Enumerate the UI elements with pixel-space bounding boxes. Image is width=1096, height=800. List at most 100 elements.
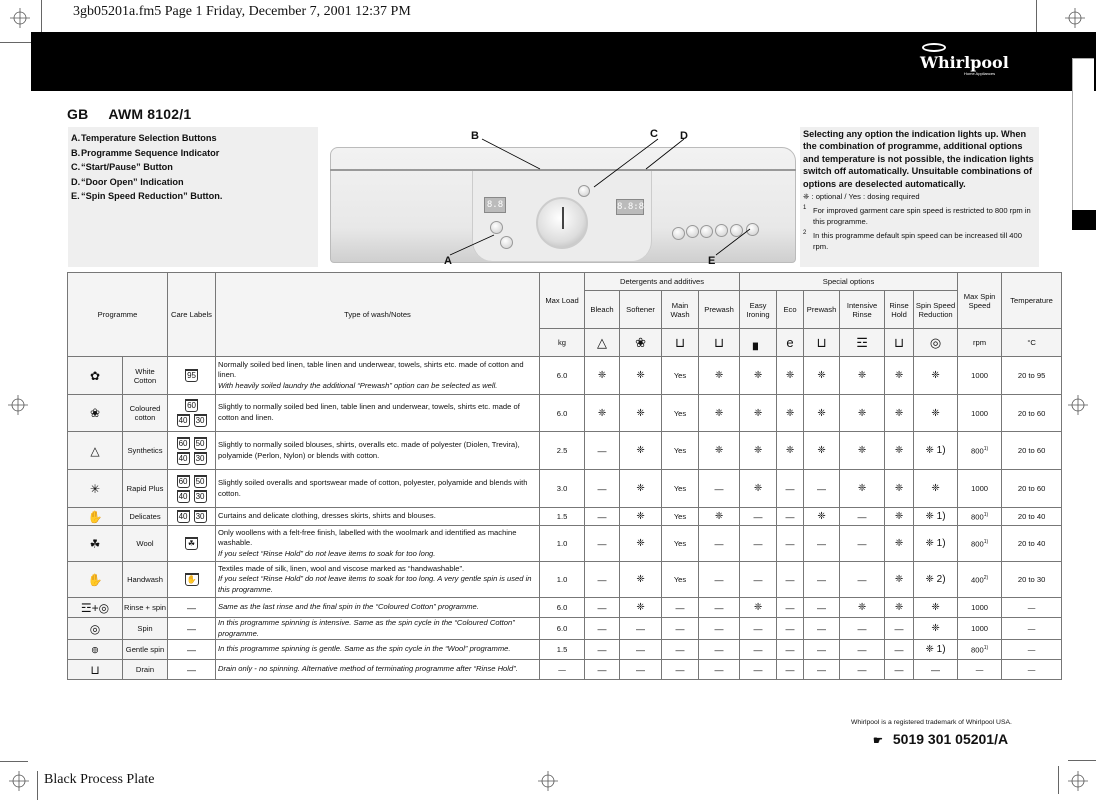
option-cell: ❈ <box>839 469 886 508</box>
header-max-spin: Max Spin Speed <box>957 272 1003 329</box>
symbol-key: ❈ : optional / Yes : dosing required <box>803 192 920 202</box>
option-cell: Yes <box>661 356 700 395</box>
care-label-icon: 30 <box>193 510 207 523</box>
registration-mark-top-left <box>10 8 30 28</box>
programme-description: Slightly to normally soiled bed linen, t… <box>215 394 541 432</box>
option-cell: ❈ <box>698 394 741 432</box>
header-programme: Programme <box>66 272 169 357</box>
option-cell: ❈ <box>839 431 886 470</box>
process-plate-label: Black Process Plate <box>44 772 155 787</box>
option-cell: ❈ <box>913 616 959 641</box>
header-special-options-group: Special options <box>739 272 959 291</box>
option-symbol-icon: ☲ <box>839 328 886 357</box>
option-cell: ❈ <box>619 525 663 562</box>
option-cell: — <box>584 507 621 526</box>
header-max-load-unit: kg <box>539 328 586 357</box>
programme-row: ❀ Coloured cotton 60 40 30 Slightly to normal… <box>67 394 1063 432</box>
option-cell: ❈ <box>619 561 663 598</box>
header-type-of-wash: Type of wash/Notes <box>215 272 541 357</box>
care-labels: 95 <box>167 356 217 395</box>
option-cell: ❈ <box>739 469 778 508</box>
max-load-value: 1.0 <box>539 525 586 562</box>
option-symbol-icon: ⊔ <box>803 328 841 357</box>
header-option-column: Main Wash <box>661 290 700 329</box>
footnote: 2 In this programme default spin speed ca… <box>803 230 1022 252</box>
trademark-note: Whirlpool is a registered trademark of W… <box>851 719 1012 726</box>
print-slug: 3gb05201a.fm5 Page 1 Friday, December 7,… <box>73 4 411 19</box>
trim-line <box>37 771 38 800</box>
temperature-range: — <box>1001 597 1063 618</box>
option-symbol-icon: ❀ <box>619 328 663 357</box>
trim-line <box>0 761 28 762</box>
option-cell: — <box>776 659 805 681</box>
care-label-icon: 50 <box>193 474 207 488</box>
care-label-icon: 60 <box>176 436 190 450</box>
header-option-column: Easy Ironing <box>739 290 778 329</box>
option-cell: ❈ <box>619 356 663 395</box>
max-spin-value: 8001) <box>957 507 1003 526</box>
care-label-icon: — <box>187 664 197 675</box>
max-load-value: — <box>539 659 586 681</box>
care-label-icon: 40 <box>176 510 190 523</box>
option-cell: ❈ <box>884 469 915 508</box>
option-cell: ❈ <box>913 469 959 508</box>
programme-name: Synthetics <box>121 431 169 470</box>
callout-e: E <box>708 255 716 267</box>
option-cell: ❈ <box>839 356 886 395</box>
option-cell: — <box>839 507 886 526</box>
option-cell: ❈ <box>839 394 886 432</box>
option-cell: ❈ <box>584 394 621 432</box>
programme-name: Coloured cotton <box>121 394 169 432</box>
header-option-column: Rinse Hold <box>884 290 915 329</box>
option-cell: — <box>739 616 778 641</box>
temperature-range: — <box>1001 639 1063 661</box>
option-cell: — <box>698 616 741 641</box>
temperature-range: — <box>1001 659 1063 681</box>
max-load-value: 1.5 <box>539 639 586 661</box>
option-cell: Yes <box>661 394 700 432</box>
trim-line <box>1036 0 1037 32</box>
max-spin-value: 1000 <box>957 597 1003 618</box>
max-spin-value: 4002) <box>957 561 1003 598</box>
registration-mark-bottom-left <box>9 771 29 791</box>
header-temperature-unit: °C <box>1001 328 1063 357</box>
option-cell: ❈ <box>739 597 778 618</box>
option-cell: ❈ 1) <box>913 507 959 526</box>
option-cell: — <box>839 639 886 661</box>
option-cell: — <box>839 659 886 681</box>
programme-description: Same as the last rinse and the final spi… <box>215 597 541 618</box>
option-symbol-icon: ◎ <box>913 328 959 357</box>
max-load-value: 6.0 <box>539 597 586 618</box>
programme-name: Rapid Plus <box>121 469 169 508</box>
time-display: 8.8:8 <box>616 199 644 215</box>
programme-description: In this programme spinning is intensive.… <box>215 616 541 641</box>
programme-name: Rinse + spin <box>121 597 169 618</box>
programme-row: △ Synthetics 60 50 40 30 Slightly to normally … <box>67 431 1063 470</box>
programme-name: Handwash <box>121 561 169 598</box>
registration-mark-right <box>1068 395 1088 415</box>
programme-row: ✳ Rapid Plus 60 50 40 30 Slightly soiled overa… <box>67 469 1063 508</box>
brand-tagline: Home Appliances <box>964 71 996 76</box>
option-cell: ❈ <box>803 356 841 395</box>
care-label-icon: 60 <box>185 399 199 412</box>
option-cell: — <box>803 616 841 641</box>
max-load-value: 6.0 <box>539 394 586 432</box>
option-cell: — <box>803 469 841 508</box>
programme-icon: ◎ <box>67 616 123 641</box>
option-button <box>730 224 743 237</box>
care-label-icon: ☘ <box>185 537 199 550</box>
temperature-button-up <box>490 221 503 234</box>
care-label-icon: 30 <box>193 414 207 427</box>
max-spin-value: 1000 <box>957 469 1003 508</box>
temperature-range: — <box>1001 616 1063 641</box>
header-detergents-group: Detergents and additives <box>584 272 741 291</box>
option-symbol-icon: △ <box>584 328 621 357</box>
option-cell: — <box>776 561 805 598</box>
programme-icon: ☲+◎ <box>67 597 123 618</box>
option-button <box>686 225 699 238</box>
programme-icon: ⊔ <box>67 659 123 681</box>
option-cell: ❈ 1) <box>913 639 959 661</box>
care-label-icon: 95 <box>185 369 199 382</box>
max-load-value: 1.5 <box>539 507 586 526</box>
programme-row: ☲+◎ Rinse + spin — Same as the last rinse a… <box>67 597 1063 618</box>
